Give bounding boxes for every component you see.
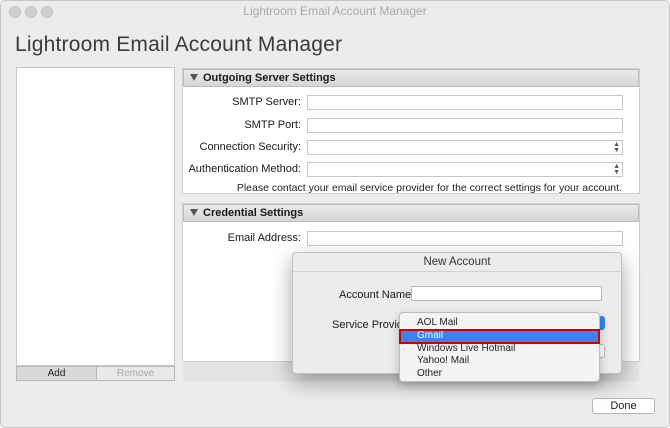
smtp-port-row: SMTP Port: xyxy=(183,118,639,134)
outgoing-server-section: Outgoing Server Settings SMTP Server: SM… xyxy=(182,68,640,194)
zoom-window-button[interactable] xyxy=(41,6,53,18)
title-bar: Lightroom Email Account Manager xyxy=(1,1,669,22)
smtp-server-label: SMTP Server: xyxy=(232,96,301,108)
connection-security-row: Connection Security: ▲ ▼ xyxy=(183,140,639,156)
authentication-method-label: Authentication Method: xyxy=(188,163,301,175)
up-down-arrows-icon: ▲ ▼ xyxy=(613,163,620,176)
smtp-port-input[interactable] xyxy=(307,118,623,133)
option-gmail[interactable]: Gmail xyxy=(399,328,600,344)
remove-account-button[interactable]: Remove xyxy=(96,366,175,381)
add-account-button[interactable]: Add xyxy=(16,366,97,381)
email-address-label: Email Address: xyxy=(227,232,301,244)
option-yahoo-mail[interactable]: Yahoo! Mail xyxy=(400,355,599,368)
disclosure-triangle-icon xyxy=(190,209,198,216)
account-name-input[interactable] xyxy=(411,286,602,301)
smtp-server-input[interactable] xyxy=(307,95,623,110)
option-windows-live-hotmail[interactable]: Windows Live Hotmail xyxy=(400,343,599,356)
section-title: Outgoing Server Settings xyxy=(203,72,336,84)
email-address-input[interactable] xyxy=(307,231,623,246)
section-title: Credential Settings xyxy=(203,207,304,219)
done-button[interactable]: Done xyxy=(592,398,655,414)
service-provider-dropdown[interactable]: AOL Mail Gmail Windows Live Hotmail Yaho… xyxy=(399,312,600,382)
smtp-port-label: SMTP Port: xyxy=(244,119,301,131)
option-other[interactable]: Other xyxy=(400,368,599,381)
option-aol-mail[interactable]: AOL Mail xyxy=(400,317,599,330)
provider-note: Please contact your email service provid… xyxy=(236,182,622,194)
up-down-arrows-icon: ▲ ▼ xyxy=(613,141,620,154)
connection-security-select[interactable]: ▲ ▼ xyxy=(307,140,623,155)
smtp-server-row: SMTP Server: xyxy=(183,95,639,111)
close-window-button[interactable] xyxy=(9,6,21,18)
authentication-method-select[interactable]: ▲ ▼ xyxy=(307,162,623,177)
outgoing-server-header[interactable]: Outgoing Server Settings xyxy=(183,69,639,87)
email-account-manager-window: Lightroom Email Account Manager Lightroo… xyxy=(0,0,670,428)
disclosure-triangle-icon xyxy=(190,74,198,81)
email-address-row: Email Address: xyxy=(183,231,639,247)
authentication-method-row: Authentication Method: ▲ ▼ xyxy=(183,162,639,178)
sheet-title: New Account xyxy=(293,253,621,272)
page-title: Lightroom Email Account Manager xyxy=(15,33,343,56)
window-title: Lightroom Email Account Manager xyxy=(243,4,427,18)
account-name-label: Account Name: xyxy=(339,289,415,301)
minimize-window-button[interactable] xyxy=(25,6,37,18)
credential-header[interactable]: Credential Settings xyxy=(183,204,639,222)
account-list[interactable] xyxy=(16,67,175,366)
connection-security-label: Connection Security: xyxy=(199,141,302,153)
